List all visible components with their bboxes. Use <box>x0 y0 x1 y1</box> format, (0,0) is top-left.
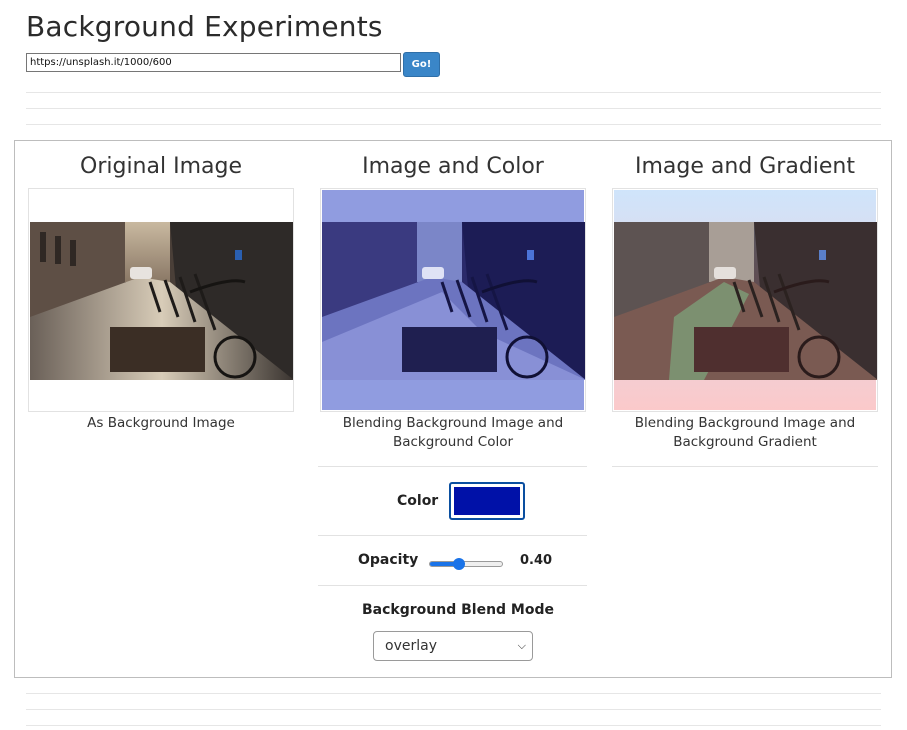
opacity-value: 0.40 <box>520 553 553 568</box>
divider <box>26 108 881 109</box>
slider-track <box>429 561 503 567</box>
divider <box>318 466 587 467</box>
street-photo-gradient-blend <box>614 222 877 380</box>
divider <box>318 535 587 536</box>
color-swatch-fill <box>454 487 520 515</box>
opacity-label: Opacity <box>358 552 419 568</box>
page-title: Background Experiments <box>26 10 383 43</box>
opacity-slider[interactable] <box>429 556 503 572</box>
image-url-input[interactable] <box>26 53 401 72</box>
color-picker[interactable] <box>449 482 525 520</box>
divider <box>612 466 878 467</box>
image-color-caption-line2: Background Color <box>392 434 514 450</box>
image-gradient-caption-line1: Blending Background Image and <box>634 415 856 431</box>
street-photo <box>30 222 293 380</box>
divider <box>318 585 587 586</box>
image-gradient-caption-line2: Background Gradient <box>673 434 817 450</box>
image-color-title: Image and Color <box>362 154 544 179</box>
blend-mode-label: Background Blend Mode <box>362 602 554 618</box>
blend-mode-selected: overlay <box>385 638 437 654</box>
chevron-down-icon: ⌵ <box>517 639 526 652</box>
slider-thumb[interactable] <box>452 558 465 570</box>
go-button[interactable]: Go! <box>403 52 440 77</box>
color-label: Color <box>397 493 439 509</box>
original-image-title: Original Image <box>80 154 242 179</box>
divider <box>26 124 881 125</box>
image-color-frame <box>320 188 586 412</box>
image-gradient-title: Image and Gradient <box>634 154 856 179</box>
divider <box>26 725 881 726</box>
street-photo-color-blend <box>322 222 585 380</box>
image-color-caption-line1: Blending Background Image and <box>342 415 564 431</box>
image-gradient-frame <box>612 188 878 412</box>
divider <box>26 92 881 93</box>
original-image-caption: As Background Image <box>87 415 235 431</box>
original-image-frame <box>28 188 294 412</box>
divider <box>26 693 881 694</box>
divider <box>26 709 881 710</box>
blend-mode-select[interactable]: overlay ⌵ <box>373 631 533 661</box>
